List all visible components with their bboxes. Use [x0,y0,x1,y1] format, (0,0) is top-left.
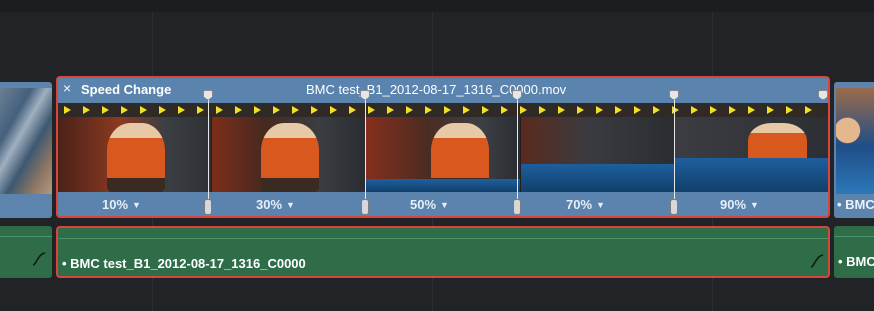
caret-down-icon: ▼ [750,200,759,210]
audio-waveform [58,238,828,239]
speed-point-line [674,90,675,208]
audio-track: • BMC test_B1_2012-08-17_1316_C0000 • BM… [0,224,874,280]
audio-waveform [0,236,52,237]
speed-point-1-dropdown[interactable]: 10% ▼ [102,197,141,212]
speed-arrow-icon [102,106,109,114]
speed-point-3-dropdown[interactable]: 50% ▼ [410,197,449,212]
audio-waveform [834,236,874,237]
speed-arrow-icon [501,106,508,114]
speed-arrow-icon [558,106,565,114]
speed-point-line [208,90,209,208]
caret-down-icon: ▼ [440,200,449,210]
speed-change-clip[interactable]: × Speed Change BMC test_B1_2012-08-17_13… [56,76,830,218]
speed-point-line [517,90,518,208]
speed-arrow-icon [805,106,812,114]
audio-curve-icon[interactable] [32,252,46,266]
next-audio-clip[interactable]: • BMC [834,226,874,278]
clip-thumbnail [520,117,675,192]
speed-point-5-dropdown[interactable]: 90% ▼ [720,197,759,212]
speed-arrow-icon [520,106,527,114]
audio-curve-icon[interactable] [810,254,824,268]
speed-arrow-icon [83,106,90,114]
speed-point-line [365,90,366,208]
speed-arrow-icon [425,106,432,114]
caret-down-icon: ▼ [132,200,141,210]
speed-point-bottom-handle[interactable] [670,199,678,215]
speed-arrow-icon [786,106,793,114]
speed-arrow-icon [710,106,717,114]
next-video-clip[interactable]: • BMC [834,82,874,218]
speed-arrow-icon [368,106,375,114]
clip-filename: BMC test_B1_2012-08-17_1316_C0000.mov [306,82,567,97]
speed-arrow-icon [349,106,356,114]
clip-thumbnail [836,88,874,194]
timeline-top-edge [0,0,874,12]
speed-point-bottom-handle[interactable] [204,199,212,215]
audio-clip-name: • BMC test_B1_2012-08-17_1316_C0000 [62,256,306,271]
speed-arrow-icon [729,106,736,114]
speed-arrow-icon [634,106,641,114]
speed-arrow-icon [292,106,299,114]
speed-arrow-icon [197,106,204,114]
video-track: × Speed Change BMC test_B1_2012-08-17_13… [0,76,874,222]
speed-arrow-icon [444,106,451,114]
speed-arrow-icon [159,106,166,114]
selected-audio-clip[interactable]: • BMC test_B1_2012-08-17_1316_C0000 [56,226,830,278]
speed-arrow-icon [254,106,261,114]
speed-arrow-icon [615,106,622,114]
speed-arrow-strip [58,103,828,117]
speed-point-4-dropdown[interactable]: 70% ▼ [566,197,605,212]
speed-arrow-icon [330,106,337,114]
speed-arrow-icon [406,106,413,114]
speed-point-bottom-handle[interactable] [361,199,369,215]
speed-arrow-icon [596,106,603,114]
previous-video-clip[interactable] [0,82,52,218]
speed-points-row: 10% ▼ 30% ▼ 50% ▼ 70% ▼ 90% ▼ [58,192,828,216]
speed-arrow-icon [653,106,660,114]
previous-audio-clip[interactable] [0,226,52,278]
clip-thumbnail [366,117,521,192]
speed-arrow-icon [748,106,755,114]
clip-header: × Speed Change BMC test_B1_2012-08-17_13… [58,78,828,102]
clip-thumbnails [58,117,829,192]
speed-arrow-icon [235,106,242,114]
speed-arrow-icon [121,106,128,114]
speed-arrow-icon [691,106,698,114]
clip-thumbnail [212,117,367,192]
clip-thumbnail [58,117,213,192]
speed-arrow-icon [64,106,71,114]
next-clip-name: • BMC [837,197,874,212]
clip-thumbnail [0,88,52,194]
speed-arrow-icon [767,106,774,114]
speed-arrow-icon [216,106,223,114]
speed-arrow-icon [178,106,185,114]
speed-arrow-icon [140,106,147,114]
speed-arrow-icon [577,106,584,114]
speed-arrow-icon [463,106,470,114]
caret-down-icon: ▼ [596,200,605,210]
speed-arrow-icon [387,106,394,114]
clip-thumbnail [674,117,829,192]
speed-arrow-icon [482,106,489,114]
next-audio-clip-name: • BMC [838,254,874,269]
speed-arrow-icon [273,106,280,114]
speed-arrow-icon [311,106,318,114]
close-icon[interactable]: × [63,80,71,96]
speed-change-title: Speed Change [81,82,172,97]
caret-down-icon: ▼ [286,200,295,210]
speed-point-bottom-handle[interactable] [513,199,521,215]
speed-arrow-icon [539,106,546,114]
speed-point-2-dropdown[interactable]: 30% ▼ [256,197,295,212]
